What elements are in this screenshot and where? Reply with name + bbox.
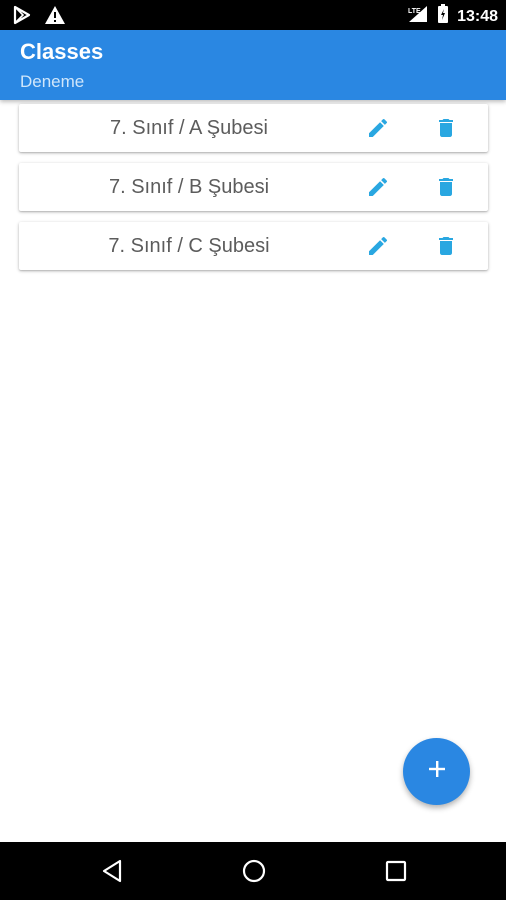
svg-text:LTE: LTE — [408, 8, 421, 15]
status-time: 13:48 — [457, 7, 498, 25]
page-title: Classes — [20, 39, 104, 64]
battery-icon — [437, 4, 449, 29]
lte-signal-icon: LTE — [407, 4, 429, 29]
app-bar: Classes Deneme — [0, 30, 506, 100]
edit-icon[interactable] — [364, 114, 392, 142]
plus-icon — [426, 758, 448, 785]
recents-icon[interactable] — [382, 857, 410, 885]
page-subtitle: Deneme — [20, 72, 85, 91]
class-name: 7. Sınıf / C Şubesi — [108, 235, 270, 257]
home-icon[interactable] — [240, 857, 268, 885]
list-item[interactable]: 7. Sınıf / C Şubesi — [19, 222, 488, 270]
back-icon[interactable] — [98, 857, 126, 885]
navigation-bar — [0, 842, 506, 900]
play-store-icon — [12, 5, 32, 30]
status-bar: LTE 13:48 — [0, 0, 506, 30]
class-name: 7. Sınıf / A Şubesi — [110, 117, 268, 139]
class-name: 7. Sınıf / B Şubesi — [108, 176, 270, 198]
delete-icon[interactable] — [432, 173, 460, 201]
list-item[interactable]: 7. Sınıf / B Şubesi — [19, 163, 488, 211]
edit-icon[interactable] — [364, 232, 392, 260]
warning-icon — [44, 5, 66, 30]
list-item[interactable]: 7. Sınıf / A Şubesi — [19, 104, 488, 152]
edit-icon[interactable] — [364, 173, 392, 201]
class-list: 7. Sınıf / A Şubesi 7. Sınıf / B Şubesi … — [19, 104, 488, 281]
delete-icon[interactable] — [432, 114, 460, 142]
add-class-button[interactable] — [403, 738, 470, 805]
delete-icon[interactable] — [432, 232, 460, 260]
